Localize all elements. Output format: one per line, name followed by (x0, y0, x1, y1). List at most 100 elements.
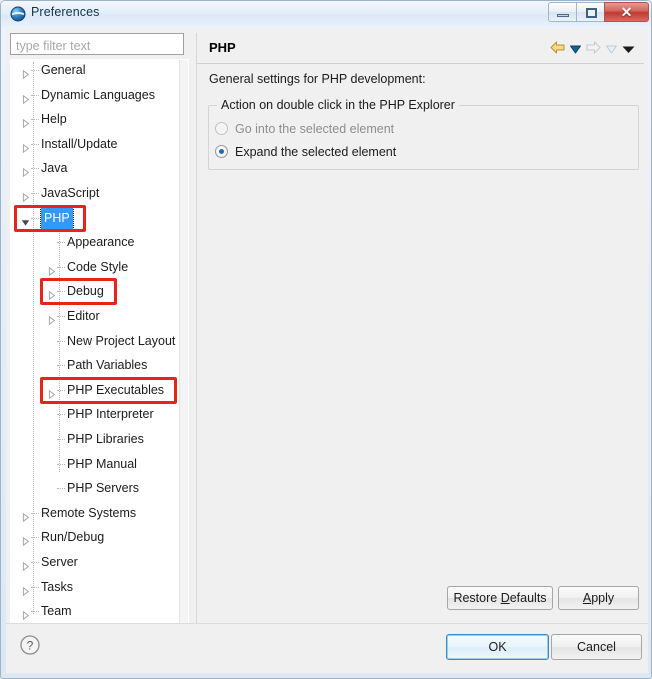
tree-connector (31, 193, 39, 195)
chevron-right-icon[interactable] (47, 262, 56, 276)
tree-connector (31, 611, 39, 613)
tree-item-label: PHP Interpreter (67, 407, 154, 422)
chevron-right-icon[interactable] (21, 90, 30, 104)
close-button[interactable]: ✕ (604, 2, 649, 22)
tree-connector (31, 512, 39, 515)
search-input[interactable] (10, 33, 184, 55)
page-nav-toolbar (550, 41, 635, 59)
chevron-right-icon[interactable] (21, 508, 30, 522)
tree-connector (31, 143, 39, 146)
tree-item-label: Server (41, 555, 78, 569)
dialog-body: General Dynamic Languages Help Install/Upda… (6, 28, 648, 643)
tree-connector (57, 340, 65, 343)
tree-connector (31, 217, 39, 220)
chevron-right-icon[interactable] (21, 188, 30, 203)
tree-item-label: PHP Manual (67, 456, 137, 471)
preferences-window: Preferences ✕ General Dynamic Languages He… (0, 0, 652, 679)
restore-defaults-mnemonic: D (500, 591, 510, 605)
restore-defaults-button[interactable]: Restore Defaults (447, 586, 553, 610)
title-separator (197, 63, 644, 64)
tree-item-label: Dynamic Languages (41, 87, 155, 102)
back-arrow-icon[interactable] (550, 41, 565, 59)
window-title: Preferences (31, 5, 100, 19)
tree-item-label: Tasks (41, 579, 73, 594)
tree-item-label: PHP Servers (67, 481, 140, 496)
tree-connector (57, 463, 65, 466)
chevron-right-icon[interactable] (21, 606, 30, 621)
chevron-right-icon[interactable] (47, 286, 56, 301)
tree-connector (57, 316, 65, 318)
tree-item-label: PHP Executables (67, 382, 165, 397)
tree-vertical-scrollbar[interactable] (179, 60, 188, 636)
apply-label-after: pply (591, 591, 615, 605)
tree-connector (57, 242, 65, 244)
cancel-button[interactable]: Cancel (551, 634, 642, 660)
preferences-tree[interactable]: General Dynamic Languages Help Install/Upda… (10, 59, 189, 637)
chevron-right-icon[interactable] (47, 385, 56, 399)
tree-item-label: Appearance (67, 235, 135, 250)
apply-button[interactable]: Apply (558, 586, 639, 610)
tree-item-label: Code Style (67, 259, 129, 274)
svg-text:?: ? (27, 639, 34, 653)
restore-defaults-label-before: Restore (453, 591, 501, 605)
apply-mnemonic: A (582, 591, 592, 605)
chevron-right-icon[interactable] (21, 65, 30, 80)
chevron-down-icon[interactable] (21, 213, 30, 226)
chevron-right-icon[interactable] (21, 557, 30, 572)
window-controls: ✕ (548, 2, 649, 23)
intro-text: General settings for PHP development: (209, 72, 426, 86)
tree-connector (57, 488, 65, 490)
chevron-right-icon[interactable] (21, 532, 30, 547)
tree-item-label: Run/Debug (41, 530, 105, 545)
tree-connector (31, 70, 39, 72)
tree-connector (57, 365, 65, 367)
chevron-right-icon[interactable] (21, 582, 30, 596)
tree-item-label: Install/Update (41, 136, 118, 151)
tree-connector (31, 94, 39, 97)
window-titlebar[interactable]: Preferences ✕ (1, 1, 651, 27)
tree-subtree-line (59, 226, 61, 473)
tree-item-label: Editor (67, 309, 100, 323)
close-icon: ✕ (620, 4, 633, 20)
chevron-right-icon[interactable] (21, 163, 30, 178)
group-title: Action on double click in the PHP Explor… (217, 98, 459, 112)
tree-item-label: Debug (67, 284, 104, 299)
tree-connector (57, 291, 65, 293)
tree-item-label: Java (41, 161, 68, 176)
maximize-icon (586, 8, 597, 18)
settings-panel: PHP General settings for PHP development… (196, 33, 644, 637)
tree-connector (31, 586, 39, 589)
view-menu-icon[interactable] (622, 41, 635, 59)
tree-item-label: Team (41, 604, 72, 619)
tree-connector (31, 119, 39, 121)
restore-defaults-label-after: efaults (509, 591, 547, 605)
page-title: PHP (209, 40, 236, 55)
tree-item-label: General (41, 63, 86, 77)
preferences-dialog-screenshot: Preferences ✕ General Dynamic Languages He… (0, 0, 652, 679)
help-icon[interactable]: ? (19, 634, 41, 656)
forward-history-dropdown-icon (606, 41, 617, 59)
ok-button[interactable]: OK (446, 634, 549, 660)
tree-connector (57, 439, 65, 441)
tree-connector (31, 562, 39, 564)
back-history-dropdown-icon[interactable] (570, 41, 581, 59)
tree-item-label: JavaScript (41, 186, 100, 200)
double-click-action-group: Action on double click in the PHP Explor… (208, 98, 639, 170)
tree-item-label: Help (41, 112, 67, 127)
dialog-footer: ? OK Cancel (6, 623, 648, 673)
chevron-right-icon[interactable] (21, 114, 30, 129)
tree-item-label: PHP Libraries (67, 432, 144, 446)
tree-connector (31, 537, 39, 539)
tree-item-label: PHP (40, 206, 74, 230)
radio-indicator (215, 145, 228, 158)
maximize-button[interactable] (576, 2, 605, 22)
minimize-icon (557, 14, 569, 17)
chevron-right-icon[interactable] (21, 139, 30, 153)
chevron-right-icon[interactable] (47, 311, 56, 326)
tree-connector (57, 266, 65, 269)
minimize-button[interactable] (548, 2, 577, 22)
tree-item-label: Path Variables (67, 358, 148, 373)
tree-connector (57, 414, 65, 416)
tree-connector (57, 389, 65, 392)
radio-label: Expand the selected element (235, 145, 397, 159)
